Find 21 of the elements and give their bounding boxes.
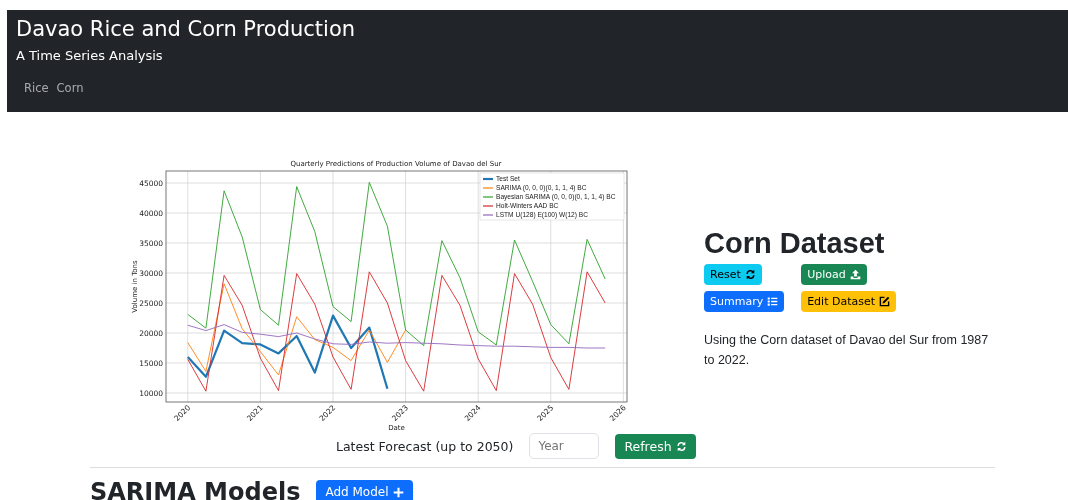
add-model-button[interactable]: Add Model <box>316 480 413 500</box>
edit-icon <box>879 296 891 307</box>
year-field[interactable]: Year <box>529 433 600 459</box>
dataset-description: Using the Corn dataset of Davao del Sur from 1987 to 2022. <box>704 332 990 369</box>
upload-button[interactable]: Upload <box>801 264 867 285</box>
plus-icon <box>392 486 404 498</box>
nav-link[interactable]: Rice <box>24 81 49 95</box>
section-heading: SARIMA Models <box>90 478 301 500</box>
reset-button[interactable]: Reset <box>704 264 762 285</box>
forecast-label: Latest Forecast (up to 2050) <box>336 438 514 454</box>
list-icon <box>767 296 779 307</box>
site-title: Davao Rice and Corn Production <box>16 16 357 42</box>
refresh-icon <box>675 440 687 452</box>
dataset-heading: Corn Dataset <box>704 227 886 260</box>
nav-link[interactable]: Corn <box>56 81 84 95</box>
refresh-button[interactable]: Refresh <box>615 433 696 459</box>
refresh-icon <box>744 269 756 280</box>
edit-button[interactable]: Edit Dataset <box>801 291 897 312</box>
upload-icon <box>849 269 861 280</box>
summary-button[interactable]: Summary <box>704 291 785 312</box>
site-subtitle: A Time Series Analysis <box>16 48 164 63</box>
